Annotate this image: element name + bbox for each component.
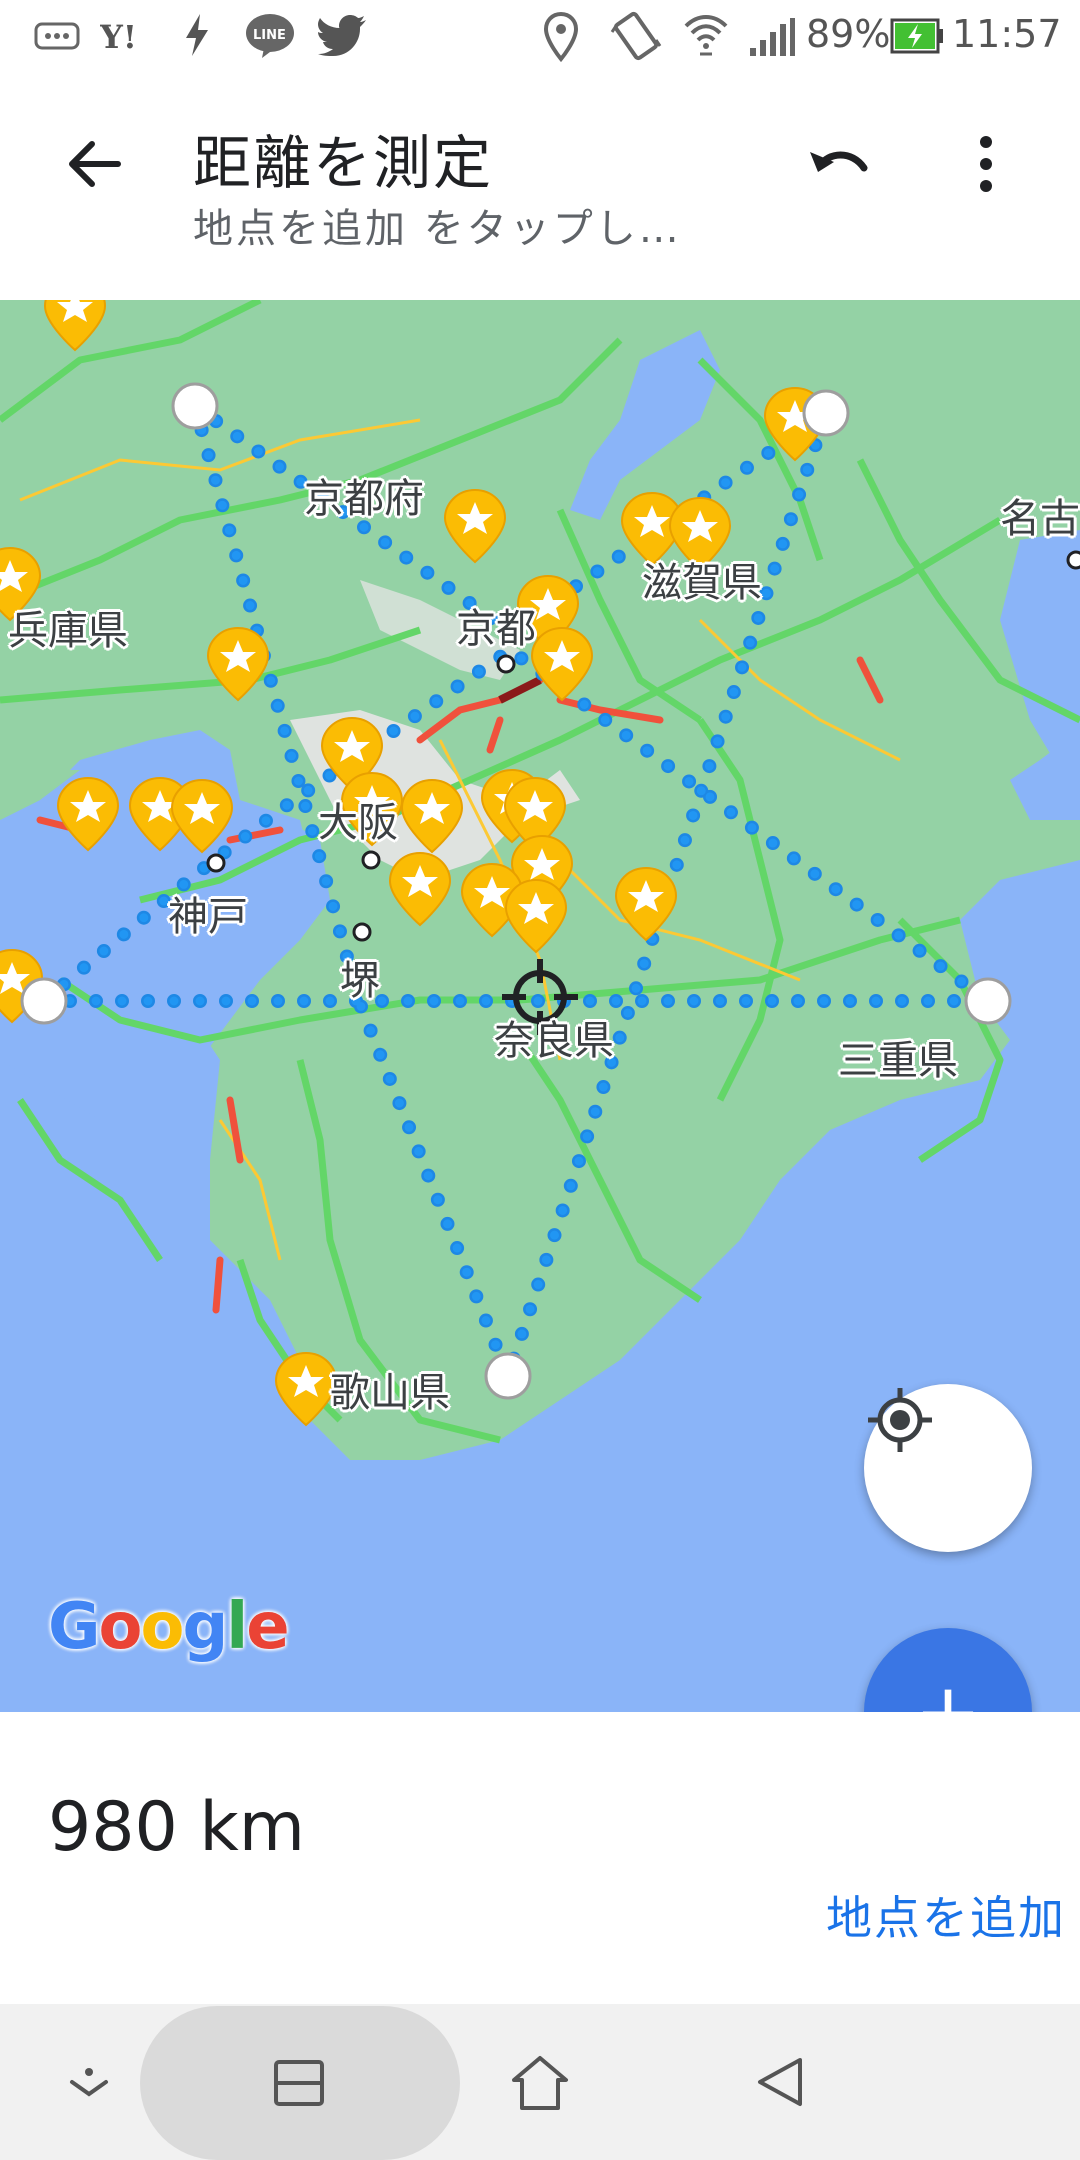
map-label-hyogo: 兵庫県 (8, 608, 128, 654)
app-bar: 距離を測定 地点を追加 をタップし… (0, 72, 1080, 300)
map-label-shiga: 滋賀県 (642, 560, 762, 606)
map-label-kyoto: 京都 (456, 606, 536, 652)
svg-text:Y!: Y! (100, 18, 137, 54)
home-icon[interactable] (508, 2052, 572, 2114)
voicemail-icon (34, 22, 80, 50)
svg-text:LINE: LINE (253, 28, 286, 43)
my-location-button[interactable] (864, 1384, 1032, 1552)
wifi-icon (684, 15, 728, 56)
battery-percent: 89% (806, 12, 891, 56)
line-icon: LINE (246, 14, 294, 58)
plus-icon: + (914, 1665, 982, 1713)
map-label-osaka: 大阪 (318, 800, 398, 846)
page-title: 距離を測定 (193, 129, 494, 197)
map-label-wakayama: 歌山県 (330, 1370, 450, 1416)
map-view[interactable]: 京都府 兵庫県 京都 滋賀県 名古 大阪 神戸 堺 奈良県 三重県 歌山県 Go… (0, 300, 1080, 1712)
map-label-nagoya: 名古 (1000, 496, 1080, 542)
map-label-sakai: 堺 (340, 958, 380, 1004)
more-options-button[interactable] (946, 124, 1026, 204)
map-label-kyoto-fu: 京都府 (304, 476, 424, 522)
recents-icon[interactable] (272, 2056, 326, 2110)
back-button[interactable] (56, 124, 136, 204)
more-vert-icon (980, 136, 992, 192)
map-label-nara: 奈良県 (494, 1018, 614, 1064)
status-bar: Y! LINE 89% 11:57 (0, 0, 1080, 72)
battery-charging-icon (890, 18, 943, 54)
back-triangle-icon[interactable] (752, 2054, 808, 2110)
hide-keyboard-icon[interactable] (66, 2064, 112, 2104)
twitter-icon (318, 15, 366, 56)
map-label-kobe: 神戸 (168, 894, 248, 940)
total-distance: 980 km (48, 1788, 306, 1867)
my-location-icon (868, 1388, 932, 1452)
page-subtitle: 地点を追加 をタップし… (193, 206, 682, 252)
yahoo-icon: Y! (100, 18, 137, 54)
undo-button[interactable] (800, 124, 880, 204)
vibrate-icon (610, 11, 662, 61)
location-pin-icon (543, 12, 579, 62)
add-point-button[interactable]: 地点を追加 (826, 1882, 1066, 1948)
measure-sheet: 980 km 地点を追加 (0, 1712, 1080, 2004)
flash-icon (186, 14, 208, 56)
arrow-back-icon (69, 141, 121, 187)
undo-icon (810, 151, 868, 172)
map-label-mie: 三重県 (838, 1038, 958, 1084)
signal-icon (750, 18, 795, 56)
clock: 11:57 (952, 12, 1062, 56)
google-logo: Google (48, 1590, 290, 1664)
